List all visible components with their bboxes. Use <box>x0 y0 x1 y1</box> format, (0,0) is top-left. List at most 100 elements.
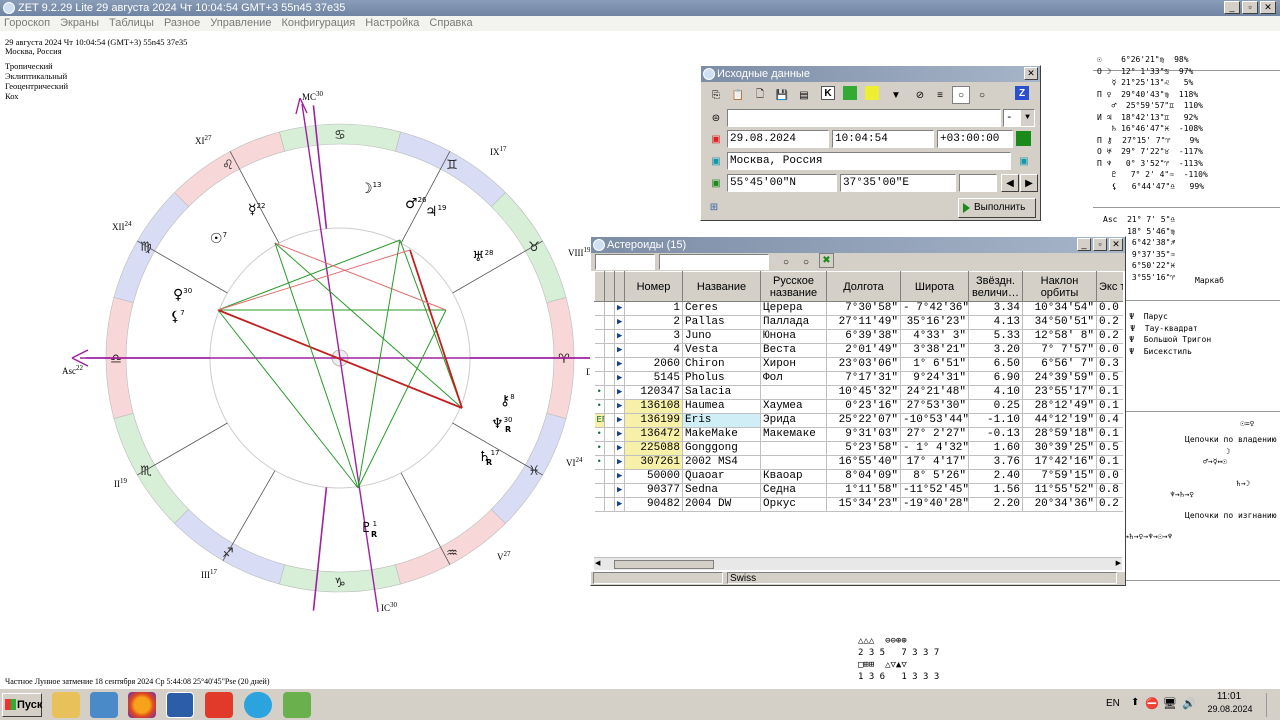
asteroid-number: 50000 <box>624 469 683 484</box>
scroll-thumb[interactable] <box>614 560 714 569</box>
asteroid-inclination: 7° 7'57" <box>1022 343 1097 358</box>
lines-icon[interactable]: ≡ <box>931 86 949 104</box>
language-indicator[interactable]: EN <box>1106 698 1120 709</box>
table-row[interactable]: • ▶ 136108 Haumea Хаумеа 0°23'16" 27°53'30" 0.2… <box>594 399 1123 414</box>
media-player-icon[interactable] <box>90 692 118 718</box>
z-icon[interactable]: Z <box>1015 86 1029 100</box>
circle-icon[interactable]: ○ <box>973 86 991 104</box>
anydesk-icon[interactable] <box>205 692 233 718</box>
name-field[interactable] <box>727 109 1001 127</box>
asteroid-filter-field[interactable] <box>595 254 655 270</box>
col-number[interactable]: Номер <box>624 271 683 302</box>
execute-button[interactable]: Выполнить <box>958 198 1036 218</box>
table-row[interactable]: • ▶ 225088 Gonggong 5°23'58" - 1° 4'32" 1.60 30… <box>594 441 1123 456</box>
asteroids-table-container[interactable]: Номер Название Русское название Долгота … <box>594 271 1123 559</box>
folder-icon[interactable] <box>52 692 80 718</box>
row-arrow-icon: ▶ <box>614 343 625 358</box>
date-field[interactable]: 29.08.2024 <box>727 130 829 148</box>
show-desktop-button[interactable] <box>1266 693 1278 717</box>
table-row[interactable]: ▶ 2 Pallas Паллада 27°11'49" 35°16'23" 4.13 34°… <box>594 315 1123 330</box>
table-row[interactable]: ▶ 2060 Chiron Хирон 23°03'06" 1° 6'51" 6.50 6°5… <box>594 357 1123 372</box>
name-dropdown[interactable]: - ▼ <box>1003 109 1035 127</box>
scroll-right-icon[interactable]: ▶ <box>1116 559 1121 567</box>
row-arrow-icon: ▶ <box>614 427 625 442</box>
place-field[interactable]: Москва, Россия <box>727 152 1011 170</box>
asteroids-minimize-button[interactable]: _ <box>1077 238 1091 251</box>
zet-app-icon[interactable] <box>166 692 194 718</box>
table-row[interactable]: ER ▶136199ErisЭрида25°22'07"-10°53'44"-1.… <box>594 413 1123 428</box>
network-icon[interactable]: 🖥 <box>1163 697 1177 710</box>
table-row[interactable]: ▶ 5145 Pholus Фол 7°17'31" 9°24'31" 6.90 24°39'… <box>594 371 1123 386</box>
col-arrow[interactable] <box>614 271 625 302</box>
yellow-icon[interactable] <box>865 86 879 100</box>
asteroid-longitude: 6°39'38" <box>826 329 901 344</box>
next-arrow-icon[interactable]: ▶ <box>1020 174 1038 192</box>
pin-icon[interactable]: ▼ <box>887 86 905 104</box>
circle-option-icon[interactable]: ○ <box>952 86 970 104</box>
altitude-field[interactable] <box>959 174 997 192</box>
telegram-icon[interactable] <box>244 692 272 718</box>
table-row[interactable]: ▶ 3 Juno Юнона 6°39'38" 4°33' 3" 5.33 12°58' 8"… <box>594 329 1123 344</box>
table-row[interactable]: ▶ 90482 2004 DW Оркус 15°34'23" -19°40'28" 2.2… <box>594 497 1123 512</box>
col-latitude[interactable]: Широта <box>900 271 969 302</box>
table-row[interactable]: ▶ 4 Vesta Веста 2°01'49" 3°38'21" 3.20 7° 7'57"… <box>594 343 1123 358</box>
asteroid-eccentricity: 0.3 <box>1096 357 1123 372</box>
table-row[interactable]: ▶ 1 Ceres Церера 7°30'58" - 7°42'36" 3.34 10°34… <box>594 301 1123 316</box>
table-row[interactable]: • ▶ 136472 MakeMake Макемаке 9°31'03" 27° 2'27… <box>594 427 1123 442</box>
col-name[interactable]: Название <box>682 271 761 302</box>
timezone-field[interactable]: +03:00:00 <box>937 130 1013 148</box>
new-icon[interactable]: 🗋 <box>751 86 769 104</box>
col-eccentricity[interactable]: Экс тр <box>1096 271 1123 302</box>
atlas-icon[interactable]: ▣ <box>1015 152 1033 170</box>
time-field[interactable]: 10:04:54 <box>832 130 934 148</box>
circle-option-icon[interactable]: ○ <box>777 253 795 271</box>
col-mark[interactable] <box>604 271 615 302</box>
prev-arrow-icon[interactable]: ◀ <box>1001 174 1019 192</box>
cycle-icon[interactable]: ⊘ <box>911 86 929 104</box>
asteroids-close-button[interactable]: ✕ <box>1109 238 1123 251</box>
source-dialog-titlebar[interactable]: Исходные данные ✕ <box>701 66 1040 82</box>
save-icon[interactable]: 💾 <box>773 86 791 104</box>
clock-time[interactable]: 11:01 <box>1207 691 1251 702</box>
start-button[interactable]: Пуск <box>2 693 42 717</box>
table-row[interactable]: • ▶ 307261 2002 MS4 16°55'40" 17° 4'17" 3.76 17… <box>594 455 1123 470</box>
copy-icon[interactable]: ⎘ <box>707 86 725 104</box>
asteroids-maximize-button[interactable]: ▫ <box>1093 238 1107 251</box>
col-magnitude[interactable]: Звёздн. величи… <box>968 271 1023 302</box>
asteroid-search-field[interactable] <box>659 254 769 270</box>
firefox-icon[interactable] <box>128 692 156 718</box>
list-icon[interactable]: ▤ <box>795 86 813 104</box>
asteroid-russian-name: Хаумеа <box>760 399 827 414</box>
chain-line: ♂→☿↔☉ <box>1203 457 1228 466</box>
latitude-field[interactable]: 55°45'00"N <box>727 174 837 192</box>
col-inclination[interactable]: Наклон орбиты <box>1022 271 1097 302</box>
table-row[interactable]: • ▶ 120347 Salacia 10°45'32" 24°21'48" 4.10 23°… <box>594 385 1123 400</box>
asteroid-inclination: 28°12'49" <box>1022 399 1097 414</box>
tray-expand-icon[interactable]: ⬆ <box>1131 697 1139 708</box>
col-mark[interactable] <box>594 271 605 302</box>
col-russian-name[interactable]: Русское название <box>760 271 827 302</box>
bookmark-icon[interactable]: ⊜ <box>707 109 725 127</box>
sign-elements-row1: 2 3 5 7 3 3 7 <box>858 648 940 658</box>
asteroid-magnitude: 6.90 <box>968 371 1023 386</box>
longitude-field[interactable]: 37°35'00"E <box>840 174 956 192</box>
horizontal-scrollbar[interactable]: ◀ ▶ <box>594 557 1122 570</box>
aspect-line <box>357 309 447 489</box>
circle-icon[interactable]: ○ <box>797 253 815 271</box>
excel-icon[interactable]: ✖ <box>819 253 834 268</box>
green-icon[interactable] <box>843 86 857 100</box>
scroll-left-icon[interactable]: ◀ <box>595 559 600 567</box>
settings-icon[interactable]: ⊞ <box>705 198 723 216</box>
table-row[interactable]: ▶ 50000 Quaoar Квaoар 8°04'09" 8° 5'26" 2.40 7°… <box>594 469 1123 484</box>
source-dialog-close-button[interactable]: ✕ <box>1024 67 1038 80</box>
dst-toggle[interactable] <box>1016 131 1031 146</box>
table-row[interactable]: ▶ 90377 Sedna Седна 1°11'58" -11°52'45" 1.56 11… <box>594 483 1123 498</box>
k-icon[interactable]: K <box>821 86 835 100</box>
clock-date[interactable]: 29.08.2024 <box>1204 704 1256 714</box>
col-longitude[interactable]: Долгота <box>826 271 901 302</box>
paste-icon[interactable]: 📋 <box>729 86 747 104</box>
asteroids-titlebar[interactable]: Астероиды (15) _ ▫ ✕ <box>591 237 1125 253</box>
tray-icon[interactable]: ⛔ <box>1145 697 1159 710</box>
notepad-icon[interactable] <box>283 692 311 718</box>
volume-icon[interactable]: 🔊 <box>1182 697 1196 710</box>
